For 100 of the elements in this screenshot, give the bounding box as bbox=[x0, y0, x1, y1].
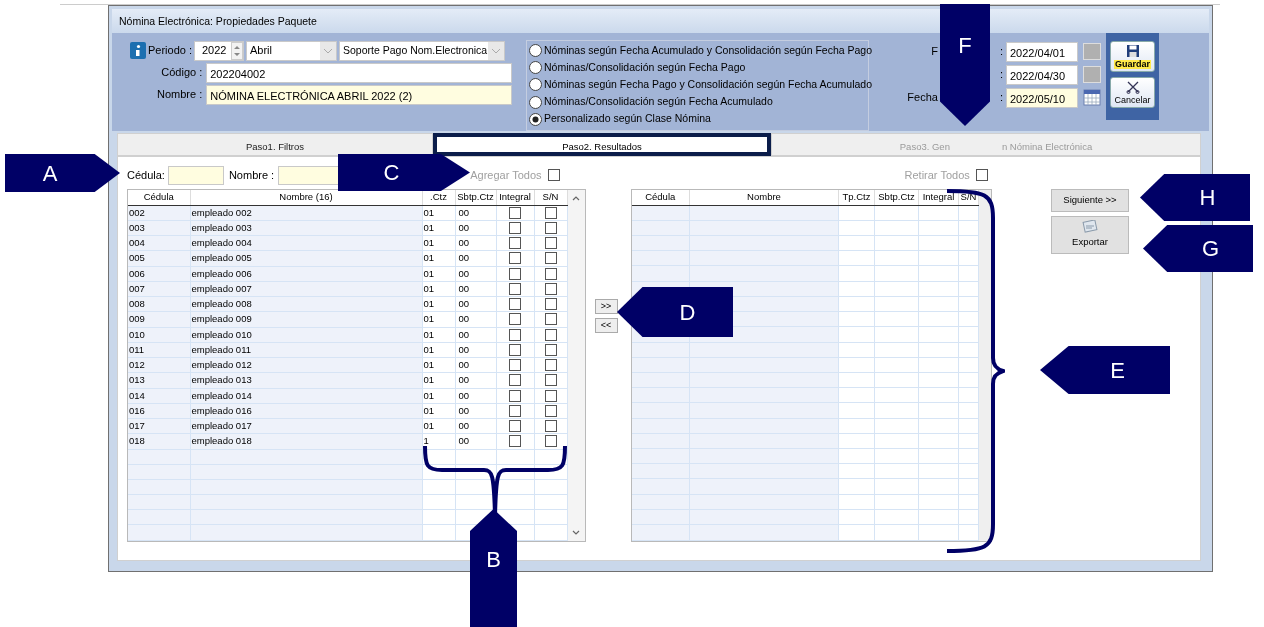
checkbox[interactable] bbox=[544, 420, 557, 433]
tab[interactable]: Paso1. Filtros bbox=[117, 133, 433, 156]
checkbox[interactable] bbox=[544, 298, 557, 311]
date-field[interactable]: 2022/05/10 bbox=[1006, 87, 1078, 108]
table-cell: 01 bbox=[422, 372, 455, 388]
scroll-down-icon[interactable] bbox=[570, 528, 581, 537]
column-header[interactable]: Tp.Ctz bbox=[838, 190, 875, 206]
checkbox[interactable] bbox=[509, 267, 521, 280]
checkbox[interactable] bbox=[509, 374, 521, 387]
column-header[interactable]: Sbtp.Ctz bbox=[455, 190, 496, 205]
name-field[interactable]: NÓMINA ELECTRÓNICA ABRIL 2022 (2) bbox=[206, 84, 512, 105]
field-label: : bbox=[999, 44, 1003, 60]
scroll-up-icon[interactable] bbox=[570, 194, 581, 202]
column-header[interactable]: S/N bbox=[958, 190, 979, 206]
field-label: Fecha bbox=[907, 90, 938, 106]
name-filter-field[interactable] bbox=[278, 165, 341, 185]
checkbox[interactable] bbox=[544, 359, 557, 372]
date-field[interactable]: 2022/04/01 bbox=[1006, 41, 1078, 62]
callout-tag: C bbox=[338, 154, 470, 191]
field-label: Periodo : bbox=[148, 43, 194, 59]
table-cell: 00 bbox=[455, 357, 496, 373]
checkbox[interactable] bbox=[544, 404, 557, 417]
checkbox[interactable] bbox=[544, 221, 557, 234]
checkbox[interactable] bbox=[544, 328, 557, 341]
document-icon bbox=[1082, 220, 1098, 234]
table-cell: 01 bbox=[422, 342, 455, 358]
checkbox[interactable] bbox=[509, 359, 521, 372]
column-header[interactable]: S/N bbox=[534, 190, 567, 205]
checkbox[interactable] bbox=[509, 252, 521, 265]
checkbox[interactable] bbox=[544, 206, 557, 219]
field-label: Nombre : bbox=[228, 167, 275, 183]
table-cell: 01 bbox=[422, 266, 455, 282]
table-cell: 01 bbox=[422, 357, 455, 373]
checkbox[interactable] bbox=[544, 389, 557, 402]
checkbox[interactable] bbox=[544, 343, 557, 356]
cancel-button[interactable]: Cancelar bbox=[1110, 77, 1155, 108]
table-cell: 00 bbox=[455, 342, 496, 358]
table-cell: 00 bbox=[455, 220, 496, 236]
checkbox[interactable] bbox=[509, 313, 521, 326]
column-header[interactable]: Sbtp.Ctz bbox=[874, 190, 919, 206]
table-cell: 00 bbox=[455, 235, 496, 251]
radio-button[interactable] bbox=[529, 95, 542, 109]
checkbox-label: Retirar Todos bbox=[904, 167, 970, 183]
next-button[interactable]: Siguiente >> bbox=[1051, 189, 1129, 212]
checkbox[interactable] bbox=[544, 282, 557, 295]
option-label: Nóminas/Consolidación según Fecha Pago bbox=[544, 59, 746, 75]
spinner-value: 2022 bbox=[202, 43, 227, 59]
checkbox[interactable] bbox=[544, 435, 557, 448]
field-label: F bbox=[931, 44, 938, 60]
table-cell: 01 bbox=[422, 220, 455, 236]
radio-button[interactable] bbox=[529, 112, 542, 126]
checkbox[interactable] bbox=[544, 313, 557, 326]
checkbox[interactable] bbox=[509, 404, 521, 417]
checkbox[interactable] bbox=[509, 282, 521, 295]
radio-button[interactable] bbox=[529, 78, 542, 92]
export-button[interactable]: Exportar bbox=[1051, 216, 1129, 254]
checkbox[interactable] bbox=[509, 237, 521, 250]
radio-button[interactable] bbox=[529, 44, 542, 58]
cedula-field[interactable] bbox=[167, 165, 224, 185]
column-header[interactable]: Integral bbox=[918, 190, 959, 206]
calendar-icon[interactable] bbox=[1083, 89, 1101, 106]
code-field[interactable]: 202204002 bbox=[206, 62, 512, 83]
checkbox[interactable] bbox=[509, 328, 521, 341]
checkbox[interactable] bbox=[509, 343, 521, 356]
table-cell: 00 bbox=[455, 250, 496, 266]
checkbox[interactable] bbox=[509, 435, 521, 448]
type-dropdown[interactable]: Soporte Pago Nom.Electronica bbox=[339, 40, 505, 61]
option-label: Nóminas según Fecha Acumulado y Consolidación según Fecha Pago bbox=[544, 42, 873, 58]
radio-button[interactable] bbox=[529, 61, 542, 75]
table-cell: 00 bbox=[455, 266, 496, 282]
checkbox[interactable] bbox=[547, 169, 560, 181]
checkbox[interactable] bbox=[975, 169, 988, 181]
callout-tag: A bbox=[5, 154, 120, 192]
tab[interactable]: Paso2. Resultados bbox=[433, 133, 771, 156]
month-dropdown[interactable]: Abril bbox=[246, 40, 337, 61]
checkbox[interactable] bbox=[509, 389, 521, 402]
checkbox[interactable] bbox=[544, 237, 557, 250]
column-header[interactable]: Cédula bbox=[631, 190, 690, 206]
table-cell: 01 bbox=[422, 388, 455, 404]
field-label: Cédula: bbox=[127, 167, 165, 183]
table-cell: 01 bbox=[422, 205, 455, 221]
table-cell: 01 bbox=[422, 235, 455, 251]
checkbox[interactable] bbox=[509, 206, 521, 219]
field-label: Nombre : bbox=[156, 87, 204, 103]
checkbox[interactable] bbox=[509, 420, 521, 433]
column-header[interactable]: Integral bbox=[496, 190, 534, 205]
date-field[interactable]: 2022/04/30 bbox=[1006, 64, 1078, 85]
save-button[interactable]: Guardar bbox=[1110, 41, 1155, 72]
checkbox[interactable] bbox=[544, 267, 557, 280]
year-spinner[interactable]: 2022 bbox=[194, 40, 244, 61]
checkbox[interactable] bbox=[509, 298, 521, 311]
move-button[interactable]: << bbox=[594, 318, 618, 333]
checkbox[interactable] bbox=[509, 221, 521, 234]
move-button[interactable]: >> bbox=[594, 299, 618, 314]
checkbox[interactable] bbox=[544, 374, 557, 387]
info-icon[interactable] bbox=[130, 42, 146, 59]
checkbox[interactable] bbox=[544, 252, 557, 265]
column-header[interactable]: Nombre bbox=[689, 190, 839, 206]
column-header[interactable]: Cédula bbox=[128, 190, 190, 205]
table-cell: 00 bbox=[455, 433, 496, 449]
